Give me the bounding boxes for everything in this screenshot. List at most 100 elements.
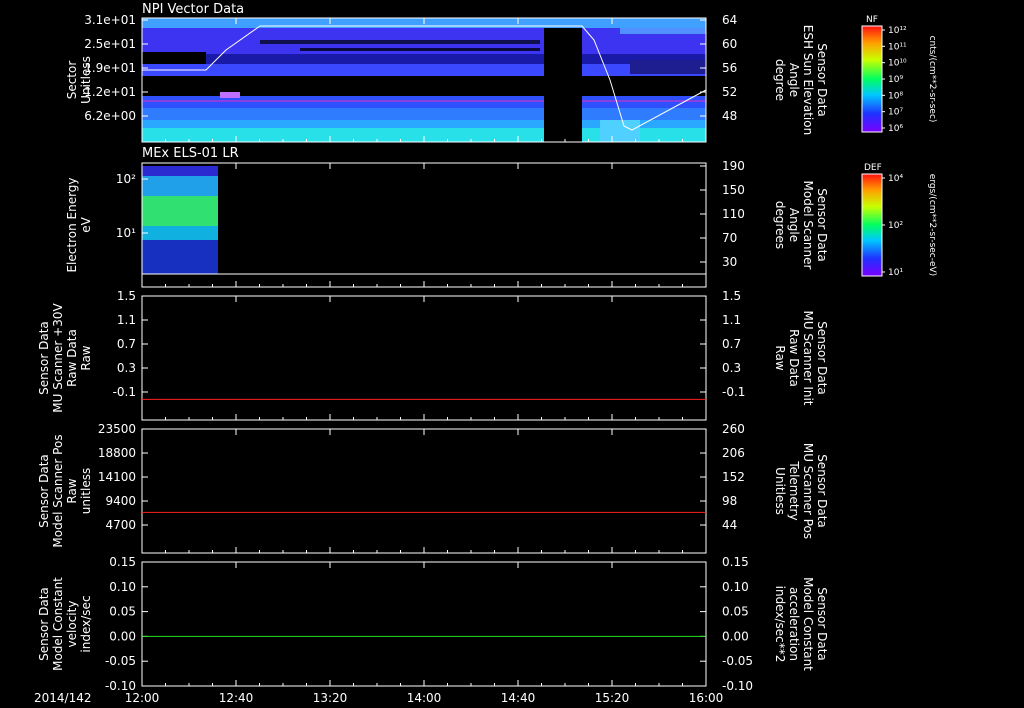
y-tick-label-right: -0.05: [722, 654, 753, 668]
panel-2-spectrogram: [142, 166, 218, 274]
panel-1-spectrogram: [142, 18, 706, 142]
y-axis-label-left: Raw: [65, 478, 79, 503]
panel-4: [141, 428, 707, 554]
y-axis-label-right: MU Scanner Init: [801, 310, 815, 405]
y-axis-label-right: Sensor Data: [815, 321, 829, 395]
colorbar-tick-label: 10⁹: [888, 75, 903, 85]
y-axis-label-left: Raw: [79, 345, 93, 370]
y-tick-label-right: 98: [722, 494, 737, 508]
y-axis-label-left: Sensor Data: [37, 587, 51, 661]
y-tick-label-right: 1.5: [722, 289, 741, 303]
y-tick-label-right: 0.3: [722, 361, 741, 375]
colorbar-tick-label: 10⁷: [888, 108, 903, 118]
y-axis-label-right: Angle: [787, 63, 801, 97]
x-tick-label: 12:40: [219, 691, 254, 705]
y-tick-label-right: 152: [722, 470, 745, 484]
y-tick-label-right: 70: [722, 231, 737, 245]
y-axis-label-left: Sensor Data: [37, 321, 51, 395]
panel-1-title: NPI Vector Data: [142, 2, 244, 17]
panel-3: [141, 295, 707, 421]
y-tick-label-left: 10¹: [116, 226, 136, 240]
y-tick-label-right: 1.1: [722, 313, 741, 327]
y-axis-label-right: acceleration: [787, 587, 801, 661]
y-tick-label-right: 0.00: [722, 629, 749, 643]
y-tick-label-right: 0.10: [722, 580, 749, 594]
y-tick-label-right: 0.05: [722, 605, 749, 619]
x-tick-label: 12:00: [125, 691, 160, 705]
y-axis-label-left: Sector: [65, 61, 79, 100]
panel-5: [141, 561, 707, 687]
colorbar-tick-label: 10¹: [888, 268, 903, 278]
colorbar-tick-label: 10¹⁰: [888, 59, 907, 69]
colorbar-tick-label: 10¹¹: [888, 42, 907, 52]
y-tick-label-left: 0.15: [109, 555, 136, 569]
y-axis-label-right: Sensor Data: [815, 188, 829, 262]
y-axis-label-right: Raw: [773, 345, 787, 370]
y-tick-label-right: 260: [722, 422, 745, 436]
y-tick-label-right: 52: [722, 85, 737, 99]
y-tick-label-left: 14100: [98, 470, 136, 484]
y-axis-label-right: Raw Data: [787, 329, 801, 387]
colorbar-unit-label: ergs/(cm**2-sr-sec-eV): [927, 174, 937, 276]
y-tick-label-left: 0.00: [109, 629, 136, 643]
y-tick-label-right: -0.10: [722, 679, 753, 693]
y-axis-label-left: MU Scanner +30V: [51, 303, 65, 413]
y-axis-label-right: ESH Sun Elevation: [801, 25, 815, 135]
y-tick-label-left: 2.5e+01: [84, 37, 136, 51]
y-tick-label-left: 3.1e+01: [84, 13, 136, 27]
y-tick-label-left: -0.10: [105, 679, 136, 693]
colorbar-tick-label: 10¹²: [888, 26, 907, 36]
y-tick-label-left: -0.1: [113, 385, 136, 399]
y-axis-label-right: Sensor Data: [815, 43, 829, 117]
y-tick-label-right: 60: [722, 37, 737, 51]
y-axis-label-right: Telemetry: [787, 460, 801, 520]
colorbar-nf-label: NF: [866, 15, 878, 25]
y-tick-label-left: 6.2e+00: [84, 109, 136, 123]
y-axis-label-right: Model Scanner: [801, 181, 815, 270]
x-tick-label: 15:20: [595, 691, 630, 705]
y-tick-label-left: 1.5: [117, 289, 136, 303]
colorbar-unit-label: cnts/(cm**2-sr-sec): [927, 36, 937, 123]
y-axis-label-left: index/sec: [79, 595, 93, 652]
y-tick-label-right: 150: [722, 183, 745, 197]
multi-panel-time-series-plot: NPI Vector Data MEx ELS-01 LR 12:00 12:4…: [34, 2, 937, 705]
y-tick-label-left: 23500: [98, 422, 136, 436]
y-axis-label-right: degree: [773, 59, 787, 101]
colorbar-def-label: DEF: [864, 163, 882, 173]
colorbar-nf: NF: [861, 15, 883, 133]
y-axis-label-left: Unitless: [79, 56, 93, 104]
y-axis-label-left: Model Scanner Pos: [51, 434, 65, 547]
y-tick-label-right: 0.15: [722, 555, 749, 569]
y-axis-label-right: Model Constant: [801, 577, 815, 671]
y-axis-label-right: MU Scanner Pos: [801, 443, 815, 539]
colorbar-tick-label: 10⁶: [888, 124, 903, 134]
y-axis-label-left: unitless: [79, 468, 93, 514]
y-tick-label-left: 0.7: [117, 337, 136, 351]
colorbar-tick-label: 10⁸: [888, 91, 903, 101]
x-tick-label: 14:00: [407, 691, 442, 705]
y-axis-label-left: velocity: [65, 601, 79, 648]
y-tick-label-left: 0.05: [109, 605, 136, 619]
colorbar-tick-label: 10²: [888, 221, 903, 231]
y-tick-label-left: 4700: [105, 518, 136, 532]
panel-2-title: MEx ELS-01 LR: [142, 146, 239, 161]
y-tick-label-left: 0.3: [117, 361, 136, 375]
y-axis-label-right: Sensor Data: [815, 454, 829, 528]
y-axis-label-left: eV: [79, 216, 93, 232]
y-tick-label-right: 44: [722, 518, 737, 532]
y-axis-label-left: Sensor Data: [37, 454, 51, 528]
y-tick-label-left: 0.10: [109, 580, 136, 594]
y-tick-label-right: 56: [722, 61, 737, 75]
y-tick-label-right: 48: [722, 109, 737, 123]
y-tick-label-right: 206: [722, 446, 745, 460]
y-axis-label-right: Sensor Data: [815, 587, 829, 661]
y-tick-label-left: 10²: [116, 172, 136, 186]
x-tick-label: 13:20: [313, 691, 348, 705]
x-tick-label: 14:40: [501, 691, 536, 705]
y-tick-label-right: -0.1: [722, 385, 745, 399]
y-axis-label-right: index/sec**2: [773, 586, 787, 663]
y-axis-label-left: Electron Energy: [65, 177, 79, 272]
y-tick-label-left: 18800: [98, 446, 136, 460]
y-axis-label-left: Model Constant: [51, 577, 65, 671]
y-tick-label-left: 1.1: [117, 313, 136, 327]
